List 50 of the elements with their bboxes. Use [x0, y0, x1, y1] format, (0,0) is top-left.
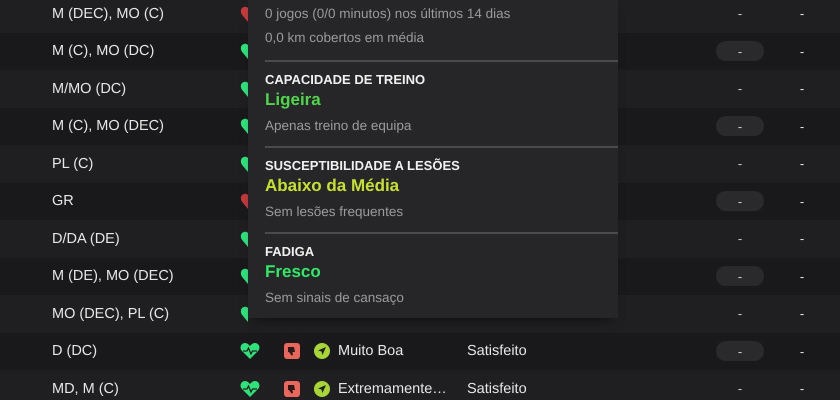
table-cell: -: [800, 381, 804, 396]
table-cell: -: [800, 44, 804, 59]
value-label: -: [738, 156, 742, 172]
value-label: -: [738, 231, 742, 246]
position-cell-text: M (C), MO (DC): [51, 43, 156, 60]
value-label: -: [738, 194, 742, 209]
section-description: Sem sinais de cansaço: [265, 288, 405, 307]
table-cell: -: [800, 118, 804, 134]
section-value: Ligeira: [265, 88, 322, 111]
position-cell-text: D (DC): [51, 343, 98, 360]
section-value: Abaixo da Média: [265, 174, 400, 197]
value-label: -: [738, 81, 742, 96]
table-cell: -: [800, 344, 804, 359]
value-label: -: [738, 44, 742, 59]
value-label: -: [738, 268, 742, 284]
value-label: -: [738, 6, 742, 22]
morale-cell: Extremamente…: [338, 380, 447, 397]
position-cell-text: M (DE), MO (DEC): [51, 268, 175, 284]
position-cell-text: M (DEC), MO (C): [51, 6, 165, 22]
table-cell: -: [800, 194, 804, 209]
position-cell-text: PL (C): [51, 156, 94, 172]
section-title: CAPACIDADE DE TREINO: [265, 70, 426, 89]
table-cell: -: [800, 156, 804, 172]
position-cell-text: M (C), MO (DEC): [51, 118, 165, 134]
section-description: Apenas treino de equipa: [265, 116, 412, 135]
table-cell: -: [800, 6, 804, 22]
table-cell: -: [800, 81, 804, 96]
position-cell-text: MD, M (C): [51, 380, 120, 397]
section-title: SUSCEPTIBILIDADE A LESÕES: [265, 156, 461, 175]
thumbs-down-icon: [284, 343, 300, 360]
section-value: Fresco: [265, 260, 322, 283]
position-cell-text: M/MO (DC): [51, 80, 128, 97]
thumbs-down-icon: [284, 380, 300, 397]
section-title: FADIGA: [265, 242, 316, 261]
value-label: -: [738, 381, 742, 396]
value-label: -: [738, 344, 742, 359]
position-cell-text: MO (DEC), PL (C): [51, 306, 170, 322]
value-label: -: [738, 118, 742, 134]
table-cell: -: [800, 268, 804, 284]
status-cell: Satisfeito: [467, 343, 527, 360]
position-cell-text: D/DA (DE): [51, 230, 121, 247]
position-cell-text: GR: [51, 193, 75, 210]
section-description: Sem lesões frequentes: [265, 202, 404, 221]
table-cell: -: [800, 306, 804, 322]
value-label: -: [738, 306, 742, 322]
tooltip-text: 0 jogos (0/0 minutos) nos últimos 14 dias: [265, 5, 512, 23]
table-cell: -: [800, 231, 804, 246]
status-cell: Satisfeito: [467, 380, 527, 397]
tooltip-text: 0,0 km cobertos em média: [265, 29, 426, 47]
morale-cell: Muito Boa: [338, 343, 404, 360]
